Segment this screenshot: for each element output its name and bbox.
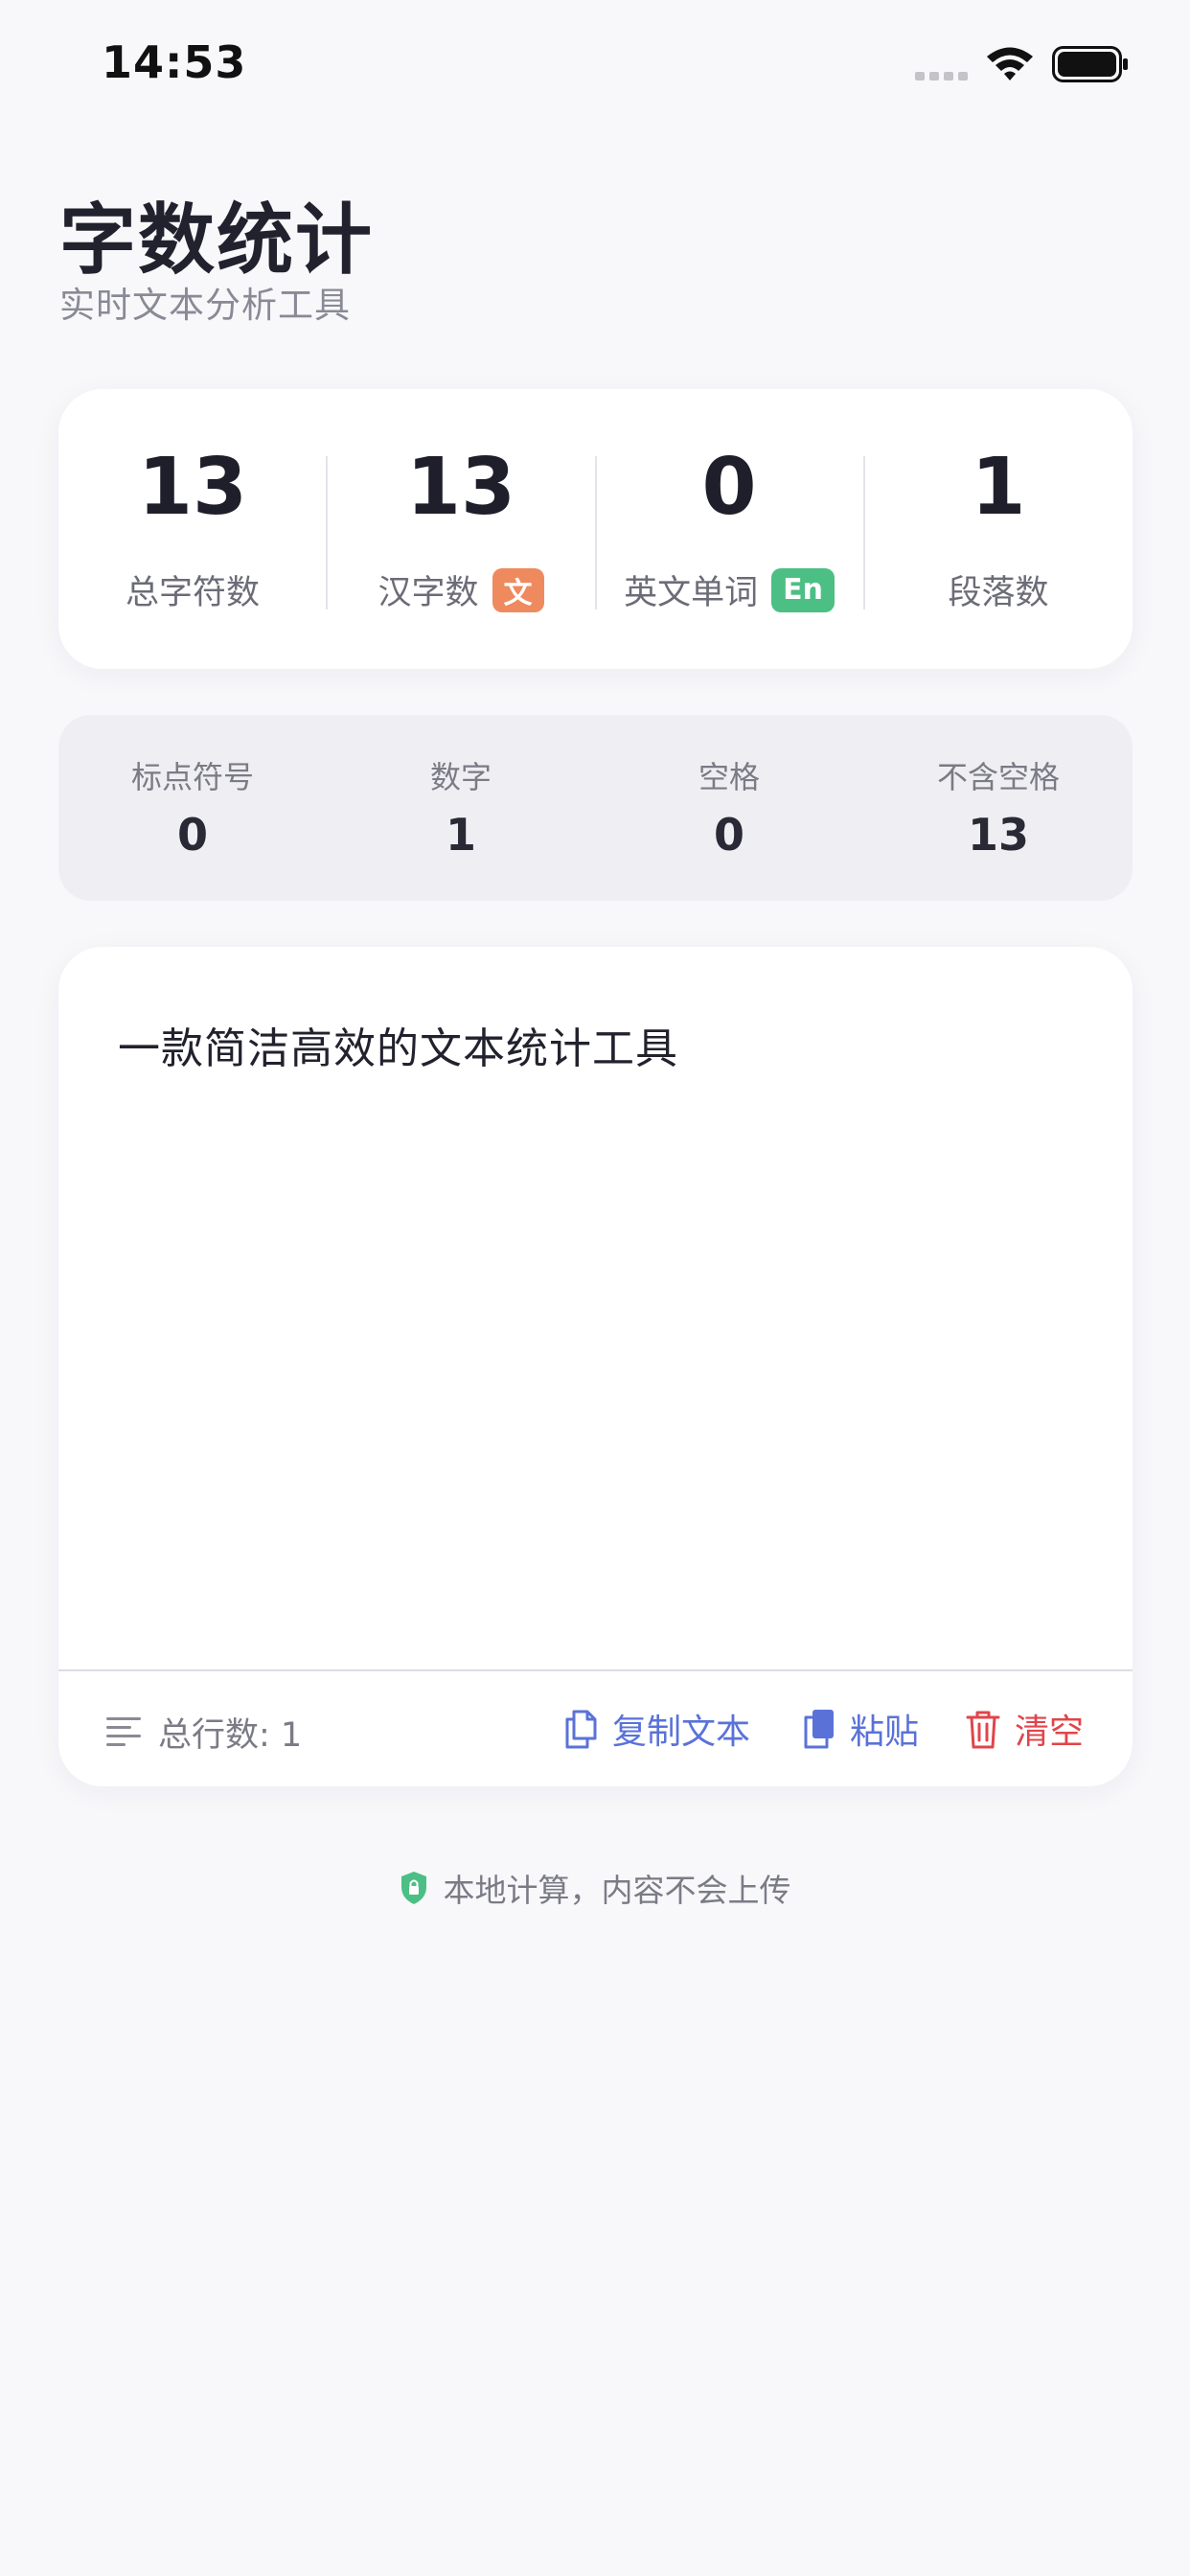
lines-icon bbox=[106, 1717, 141, 1746]
copy-icon bbox=[565, 1710, 597, 1749]
line-count: 总行数: 1 bbox=[158, 1716, 303, 1755]
sub-stat-label: 数字 bbox=[429, 759, 492, 795]
stat-label: 汉字数 bbox=[378, 574, 479, 612]
wifi-icon bbox=[987, 47, 1033, 80]
stat-paragraphs: 1 段落数 bbox=[864, 389, 1133, 669]
sub-stat-value: 1 bbox=[445, 809, 476, 861]
stat-chinese-chars: 13 汉字数 文 bbox=[327, 389, 595, 669]
editor-card: 一款简洁高效的文本统计工具 总行数: 1 复制文本 粘贴 清空 bbox=[58, 947, 1133, 1786]
privacy-note: 本地计算，内容不会上传 bbox=[0, 1865, 1190, 1911]
stat-label: 英文单词 bbox=[624, 574, 759, 612]
stat-digits: 数字 1 bbox=[327, 715, 595, 901]
paste-button[interactable]: 粘贴 bbox=[800, 1702, 919, 1756]
copy-text-button[interactable]: 复制文本 bbox=[562, 1702, 750, 1756]
secondary-stats-card: 标点符号 0 数字 1 空格 0 不含空格 13 bbox=[58, 715, 1133, 901]
copy-label: 复制文本 bbox=[612, 1713, 751, 1752]
sub-stat-label: 空格 bbox=[698, 759, 760, 795]
sub-stat-value: 0 bbox=[713, 809, 744, 861]
page-subtitle: 实时文本分析工具 bbox=[59, 285, 351, 326]
stat-value: 13 bbox=[137, 442, 248, 533]
english-badge: En bbox=[771, 567, 835, 612]
clear-button[interactable]: 清空 bbox=[965, 1702, 1084, 1756]
stat-punctuation: 标点符号 0 bbox=[58, 715, 327, 901]
editor-toolbar: 总行数: 1 复制文本 粘贴 清空 bbox=[58, 1669, 1133, 1786]
sub-stat-label: 不含空格 bbox=[936, 759, 1060, 795]
stat-value: 13 bbox=[405, 442, 516, 533]
battery-icon bbox=[1052, 46, 1128, 82]
stat-label: 总字符数 bbox=[125, 574, 260, 612]
stat-english-words: 0 英文单词 En bbox=[595, 389, 863, 669]
sub-stat-value: 0 bbox=[176, 809, 208, 861]
chinese-badge: 文 bbox=[492, 567, 544, 612]
stat-value: 1 bbox=[971, 442, 1026, 533]
clear-label: 清空 bbox=[1015, 1713, 1085, 1752]
shield-lock-icon bbox=[400, 1872, 426, 1904]
sub-stat-value: 13 bbox=[967, 809, 1029, 861]
stat-label: 段落数 bbox=[948, 574, 1049, 612]
stat-no-spaces: 不含空格 13 bbox=[864, 715, 1133, 901]
privacy-text: 本地计算，内容不会上传 bbox=[443, 1872, 791, 1909]
stat-total-chars: 13 总字符数 bbox=[58, 389, 327, 669]
paste-label: 粘贴 bbox=[850, 1713, 920, 1752]
status-bar: 14:53 bbox=[0, 0, 1190, 134]
sub-stat-label: 标点符号 bbox=[130, 759, 254, 795]
trash-icon bbox=[966, 1711, 1000, 1749]
page-title: 字数统计 bbox=[59, 196, 374, 285]
cellular-signal-icon bbox=[915, 72, 968, 80]
stat-value: 0 bbox=[701, 442, 757, 533]
status-time: 14:53 bbox=[102, 36, 247, 88]
stat-spaces: 空格 0 bbox=[595, 715, 863, 901]
paste-icon bbox=[804, 1710, 834, 1749]
main-stats-card: 13 总字符数 13 汉字数 文 0 英文单词 En 1 段落数 bbox=[58, 389, 1133, 669]
text-input[interactable]: 一款简洁高效的文本统计工具 bbox=[118, 1014, 1073, 1075]
app-screen: 14:53 字数统计 实时文本分析工具 13 总字符数 13 汉字数 文 0 英… bbox=[0, 0, 1190, 2576]
